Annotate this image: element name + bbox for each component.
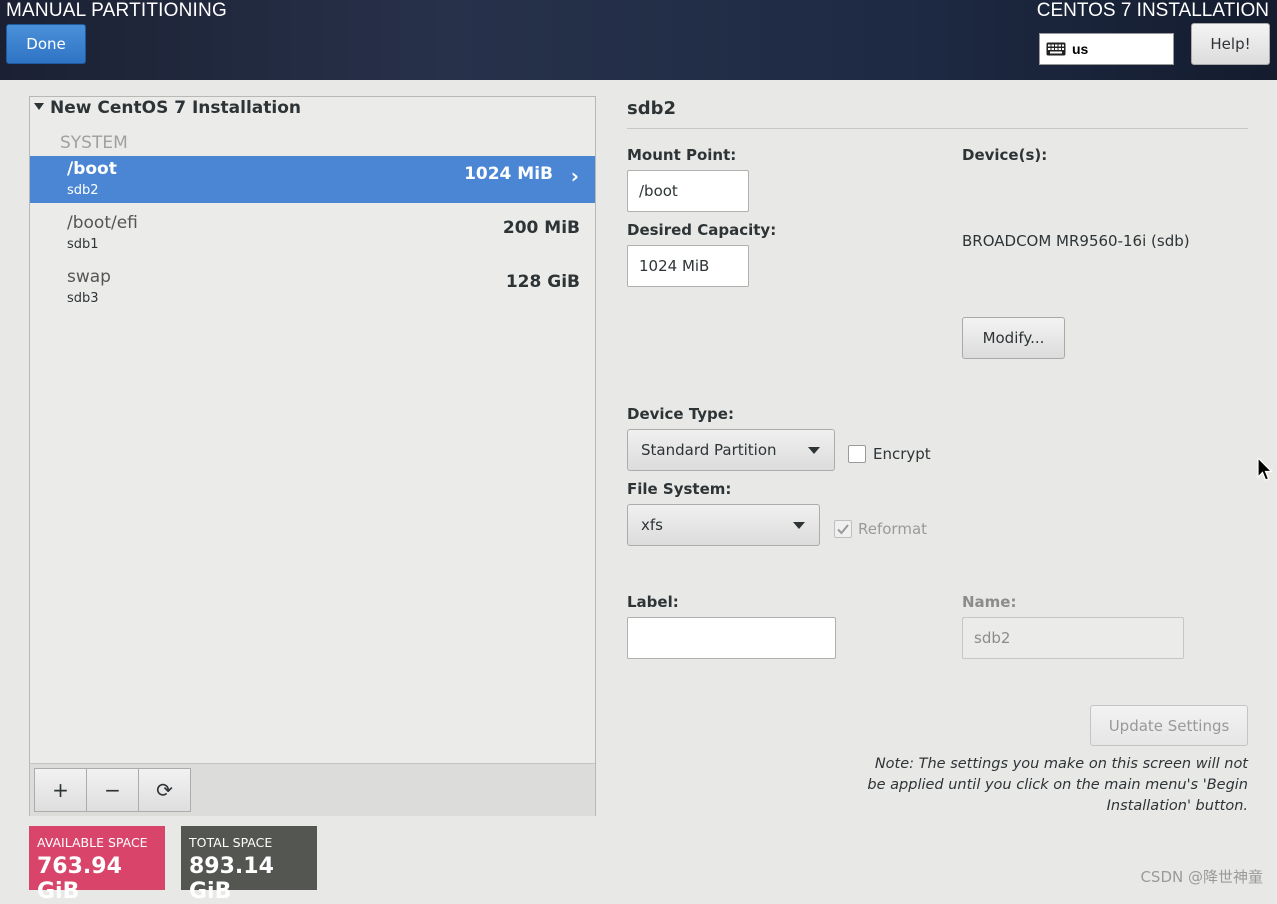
mount-point-text: /boot/efi — [67, 213, 138, 233]
mouse-cursor-icon — [1257, 457, 1273, 481]
watermark-text: CSDN @降世神童 — [1140, 868, 1263, 886]
file-system-value: xfs — [641, 516, 663, 534]
name-input[interactable]: sdb2 — [962, 617, 1184, 659]
size-text: 1024 MiB — [464, 164, 553, 184]
note-line: Note: The settings you make on this scre… — [874, 756, 1248, 772]
desired-capacity-label: Desired Capacity: — [627, 221, 777, 239]
size-text: 128 GiB — [505, 272, 580, 292]
device-name: BROADCOM MR9560-16i (sdb) — [962, 232, 1190, 250]
mount-point-text: swap — [67, 267, 111, 287]
help-button[interactable]: Help! — [1191, 23, 1270, 65]
section-label: SYSTEM — [60, 133, 128, 153]
chevron-right-icon: › — [570, 164, 579, 188]
reformat-checkbox[interactable] — [834, 520, 852, 538]
remove-partition-button[interactable]: − — [86, 768, 139, 812]
device-text: sdb2 — [67, 183, 99, 198]
device-type-dropdown[interactable]: Standard Partition — [627, 429, 835, 471]
device-text: sdb1 — [67, 237, 99, 252]
name-label: Name: — [962, 593, 1017, 611]
settings-note: Note: The settings you make on this scre… — [867, 754, 1248, 817]
file-system-dropdown[interactable]: xfs — [627, 504, 820, 546]
dropdown-arrow-icon — [793, 522, 805, 529]
installation-title: New CentOS 7 Installation — [50, 98, 301, 118]
devices-label: Device(s): — [962, 146, 1048, 164]
mount-point-text: /boot — [67, 159, 117, 179]
installer-title: CENTOS 7 INSTALLATION — [1036, 0, 1269, 21]
available-space-label: AVAILABLE SPACE — [37, 835, 148, 850]
refresh-button[interactable]: ⟳ — [138, 768, 191, 812]
available-space-box: AVAILABLE SPACE 763.94 GiB — [29, 826, 165, 904]
done-button[interactable]: Done — [6, 24, 86, 64]
desired-capacity-input[interactable]: 1024 MiB — [627, 245, 749, 287]
plus-icon: + — [52, 778, 69, 802]
update-settings-button[interactable]: Update Settings — [1090, 705, 1248, 746]
minus-icon: − — [104, 778, 121, 802]
partition-row-boot[interactable]: /boot sdb2 1024 MiB › — [30, 156, 595, 203]
selected-partition-name: sdb2 — [627, 98, 677, 119]
device-type-value: Standard Partition — [641, 441, 777, 459]
mount-point-label: Mount Point: — [627, 146, 737, 164]
label-input[interactable] — [627, 617, 836, 659]
encrypt-label: Encrypt — [873, 445, 931, 463]
mount-point-input[interactable]: /boot — [627, 170, 749, 212]
divider — [627, 128, 1248, 129]
available-space-value: 763.94 GiB — [37, 854, 122, 904]
modify-button[interactable]: Modify... — [962, 317, 1065, 359]
refresh-icon: ⟳ — [156, 778, 173, 802]
keyboard-layout-label: us — [1072, 41, 1089, 57]
size-text: 200 MiB — [502, 218, 580, 238]
total-space-value: 893.14 GiB — [189, 854, 274, 904]
total-space-box: TOTAL SPACE 893.14 GiB — [181, 826, 317, 904]
dropdown-arrow-icon — [808, 447, 820, 454]
label-label: Label: — [627, 593, 679, 611]
note-line: be applied until you click on the main m… — [867, 777, 1248, 793]
expander-triangle-icon — [34, 102, 44, 110]
add-partition-button[interactable]: + — [34, 768, 87, 812]
device-type-label: Device Type: — [627, 405, 734, 423]
keyboard-icon — [1046, 42, 1066, 56]
keyboard-layout-indicator[interactable]: us — [1039, 33, 1174, 65]
reformat-label: Reformat — [858, 520, 928, 538]
page-title: MANUAL PARTITIONING — [6, 0, 227, 21]
partition-row-swap[interactable]: swap sdb3 128 GiB — [30, 264, 595, 311]
file-system-label: File System: — [627, 480, 732, 498]
note-line: Installation' button. — [1106, 798, 1248, 814]
partition-row-boot-efi[interactable]: /boot/efi sdb1 200 MiB — [30, 210, 595, 257]
encrypt-checkbox[interactable] — [848, 445, 866, 463]
partition-list-panel — [29, 96, 596, 816]
installation-expander[interactable]: New CentOS 7 Installation — [34, 98, 301, 118]
checkmark-icon — [837, 524, 849, 535]
total-space-label: TOTAL SPACE — [189, 835, 273, 850]
device-text: sdb3 — [67, 291, 99, 306]
